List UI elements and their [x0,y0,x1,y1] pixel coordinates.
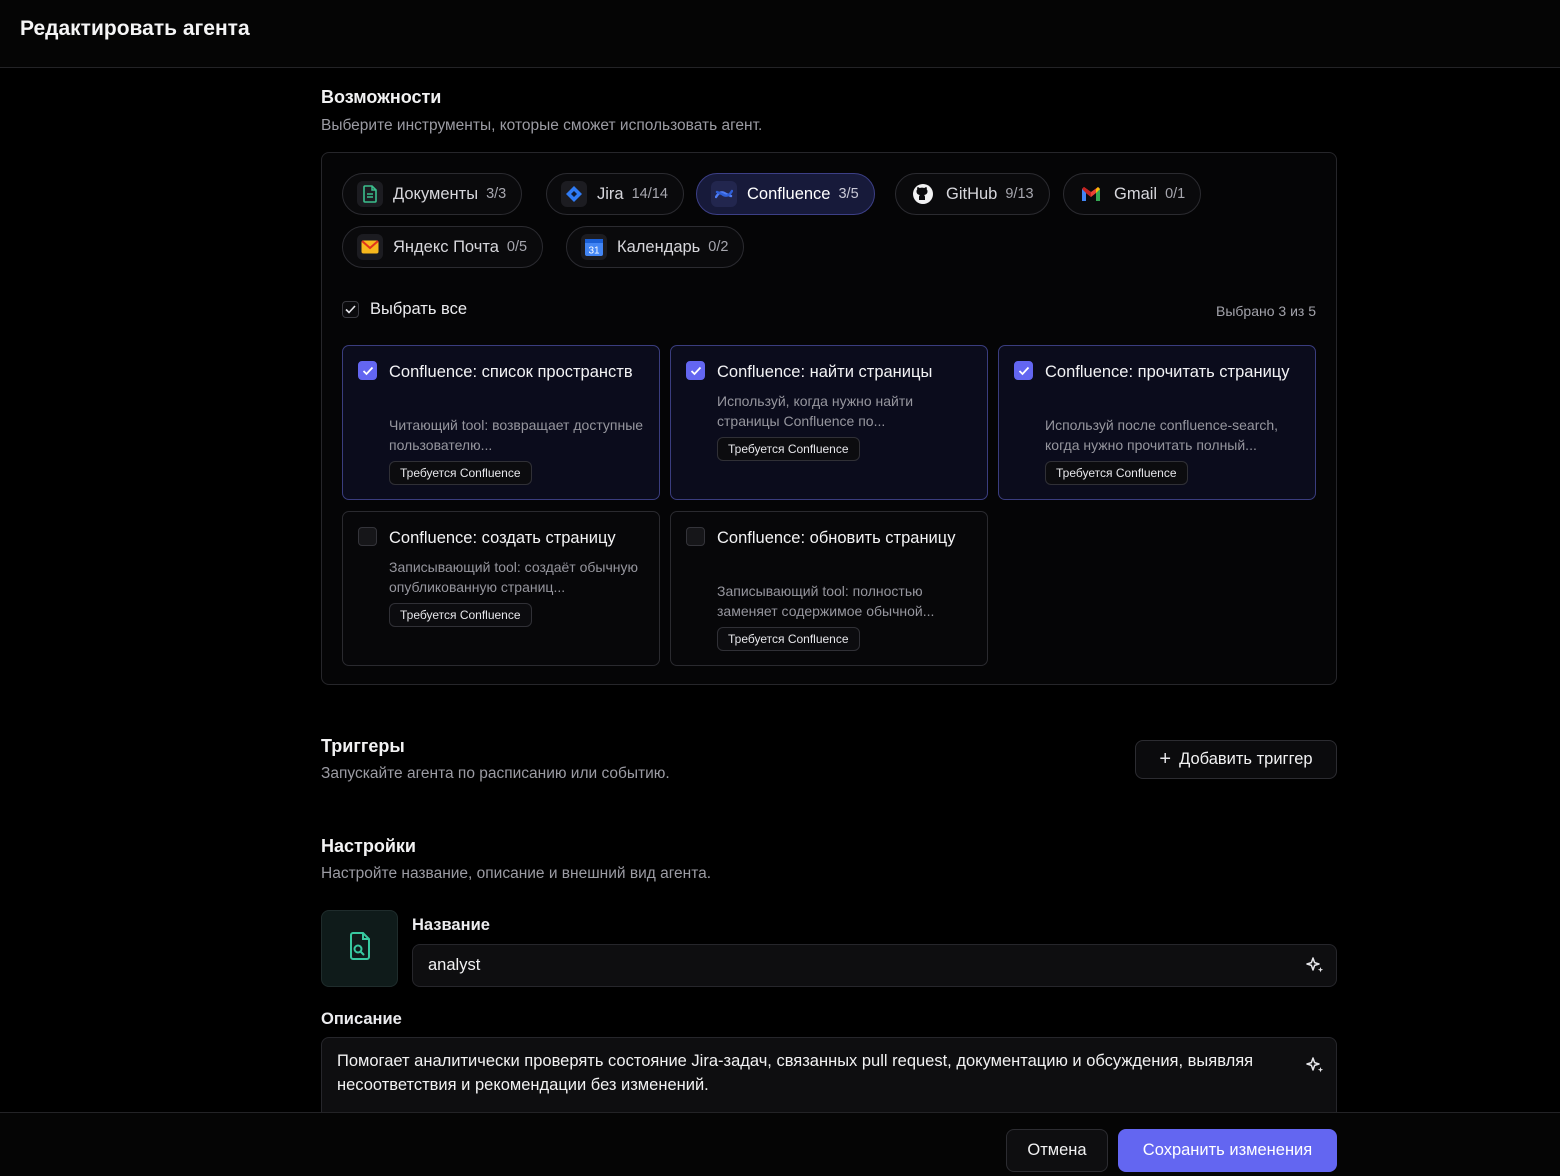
tool-badge: Требуется Confluence [717,627,860,651]
tab-count: 3/3 [486,186,507,202]
tool-card-find-pages[interactable]: Confluence: найти страницы Используй, ко… [670,345,988,500]
tool-title: Confluence: создать страницу [389,529,616,547]
select-all-label: Выбрать все [370,300,468,318]
agent-avatar[interactable] [321,910,398,987]
capabilities-subtitle: Выберите инструменты, которые сможет исп… [321,117,763,134]
tab-count: 9/13 [1005,186,1034,202]
tool-checkbox[interactable] [358,361,377,380]
description-field[interactable]: Помогает аналитически проверять состояни… [321,1037,1337,1112]
tab-jira[interactable]: Jira 14/14 [546,173,684,215]
jira-icon [561,181,587,207]
tool-title: Confluence: список пространств [389,363,633,381]
tab-label: GitHub [946,184,998,203]
selected-count: Выбрано 3 из 5 [1216,303,1316,319]
tool-badge: Требуется Confluence [717,437,860,461]
yandex-mail-icon [357,234,383,260]
add-trigger-button[interactable]: + Добавить триггер [1135,740,1337,779]
save-button[interactable]: Сохранить изменения [1118,1129,1337,1172]
name-label: Название [412,916,490,934]
name-field-wrapper [412,944,1337,987]
tool-description: Записывающий tool: создаёт обычную опубл… [389,559,639,595]
settings-subtitle: Настройте название, описание и внешний в… [321,865,712,882]
add-trigger-label: Добавить триггер [1179,750,1313,768]
tool-description: Используй, когда нужно найти страницы Co… [717,393,914,429]
page-title: Редактировать агента [20,17,250,40]
tool-description: Читающий tool: возвращает доступные поль… [389,417,644,453]
tool-card-list-spaces[interactable]: Confluence: список пространств Читающий … [342,345,660,500]
tab-confluence[interactable]: Confluence 3/5 [696,173,875,215]
name-field[interactable] [428,945,1288,986]
tab-label: Confluence [747,184,831,203]
main-content: Возможности Выберите инструменты, которы… [0,68,1560,1112]
confluence-icon [711,181,737,207]
cancel-button[interactable]: Отмена [1006,1129,1108,1172]
tab-label: Gmail [1114,184,1158,203]
settings-title: Настройки [321,836,416,856]
tab-count: 0/1 [1165,186,1186,202]
tool-badge: Требуется Confluence [389,603,532,627]
tool-title: Confluence: найти страницы [717,363,933,381]
tool-title: Confluence: обновить страницу [717,529,956,547]
calendar-icon: 31 [581,234,607,260]
tool-title: Confluence: прочитать страницу [1045,363,1290,381]
sparkles-icon[interactable] [1304,955,1326,977]
tab-github[interactable]: GitHub 9/13 [895,173,1050,215]
tab-calendar[interactable]: 31 Календарь 0/2 [566,226,745,268]
tab-gmail[interactable]: Gmail 0/1 [1063,173,1202,215]
check-icon [342,301,359,318]
tab-yandex-mail[interactable]: Яндекс Почта 0/5 [342,226,544,268]
tool-checkbox[interactable] [686,527,705,546]
tab-label: Яндекс Почта [393,237,499,256]
description-text: Помогает аналитически проверять состояни… [337,1052,1254,1094]
tab-label: Документы [393,184,479,203]
tool-card-create-page[interactable]: Confluence: создать страницу Записывающи… [342,511,660,666]
tab-count: 14/14 [631,186,668,202]
tool-description: Используй после confluence-search, когда… [1045,417,1279,453]
tool-checkbox[interactable] [1014,361,1033,380]
document-search-icon [347,931,373,966]
tool-card-read-page[interactable]: Confluence: прочитать страницу Используй… [998,345,1316,500]
github-icon [910,181,936,207]
tab-count: 3/5 [838,186,859,202]
sparkles-icon[interactable] [1304,1055,1326,1077]
gmail-icon [1078,181,1104,207]
tab-documents[interactable]: Документы 3/3 [342,173,523,215]
tab-count: 0/2 [708,239,729,255]
description-label: Описание [321,1010,402,1028]
tool-description: Записывающий tool: полностью заменяет со… [717,583,935,619]
svg-text:31: 31 [588,246,600,257]
plus-icon: + [1159,748,1172,770]
document-icon [357,181,383,207]
triggers-title: Триггеры [321,736,405,756]
tool-card-update-page[interactable]: Confluence: обновить страницу Записывающ… [670,511,988,666]
tool-badge: Требуется Confluence [1045,461,1188,485]
capabilities-title: Возможности [321,87,442,107]
select-all-checkbox[interactable]: Выбрать все [342,300,467,319]
triggers-subtitle: Запускайте агента по расписанию или собы… [321,765,670,782]
top-bar: Редактировать агента [0,0,1560,68]
tool-badge: Требуется Confluence [389,461,532,485]
tools-panel: Документы 3/3 Jira 14/14 Confluence 3/5 … [321,152,1337,685]
tab-label: Jira [597,184,624,203]
tab-count: 0/5 [506,239,528,255]
tool-checkbox[interactable] [358,527,377,546]
tab-label: Календарь [617,237,701,256]
tool-checkbox[interactable] [686,361,705,380]
footer-bar: Отмена Сохранить изменения [0,1112,1560,1176]
